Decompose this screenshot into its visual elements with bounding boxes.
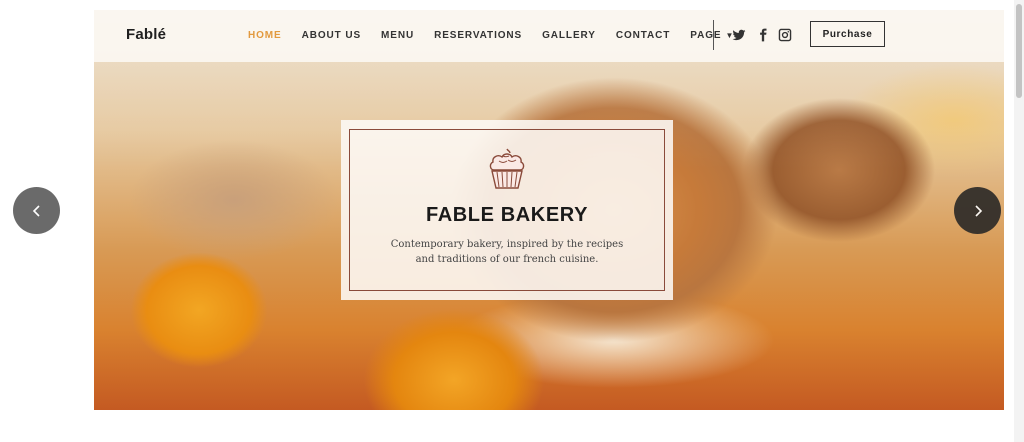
prev-slide-button[interactable] [13, 187, 60, 234]
hero-description-line-1: Contemporary bakery, inspired by the rec… [390, 239, 624, 250]
hero-card: FABLE BAKERY Contemporary bakery, inspir… [341, 120, 673, 300]
hero-description-line-2: and traditions of our french cuisine. [415, 254, 599, 265]
main-nav: HOME ABOUT US MENU RESERVATIONS GALLERY … [248, 30, 754, 41]
nav-item-menu[interactable]: MENU [381, 30, 414, 41]
hero-title: FABLE BAKERY [425, 204, 589, 226]
scrollbar-thumb[interactable] [1016, 4, 1022, 98]
nav-item-page-label: PAGE [690, 30, 722, 41]
nav-item-about-us[interactable]: ABOUT US [302, 30, 361, 41]
site-header: Fablé HOME ABOUT US MENU RESERVATIONS GA… [94, 10, 1004, 62]
instagram-icon[interactable] [778, 28, 792, 42]
nav-item-home[interactable]: HOME [248, 30, 282, 41]
nav-item-reservations[interactable]: RESERVATIONS [434, 30, 522, 41]
facebook-icon[interactable] [756, 28, 770, 42]
chevron-left-icon [32, 204, 40, 217]
twitter-icon[interactable] [732, 28, 746, 42]
hero-description: Contemporary bakery, inspired by the rec… [381, 237, 633, 267]
cupcake-icon [489, 148, 525, 189]
next-slide-button[interactable] [954, 187, 1001, 234]
logo[interactable]: Fablé [126, 26, 166, 43]
nav-item-gallery[interactable]: GALLERY [542, 30, 596, 41]
nav-item-contact[interactable]: CONTACT [616, 30, 670, 41]
chevron-right-icon [974, 204, 982, 217]
nav-divider [713, 20, 714, 50]
purchase-button[interactable]: Purchase [810, 21, 885, 47]
